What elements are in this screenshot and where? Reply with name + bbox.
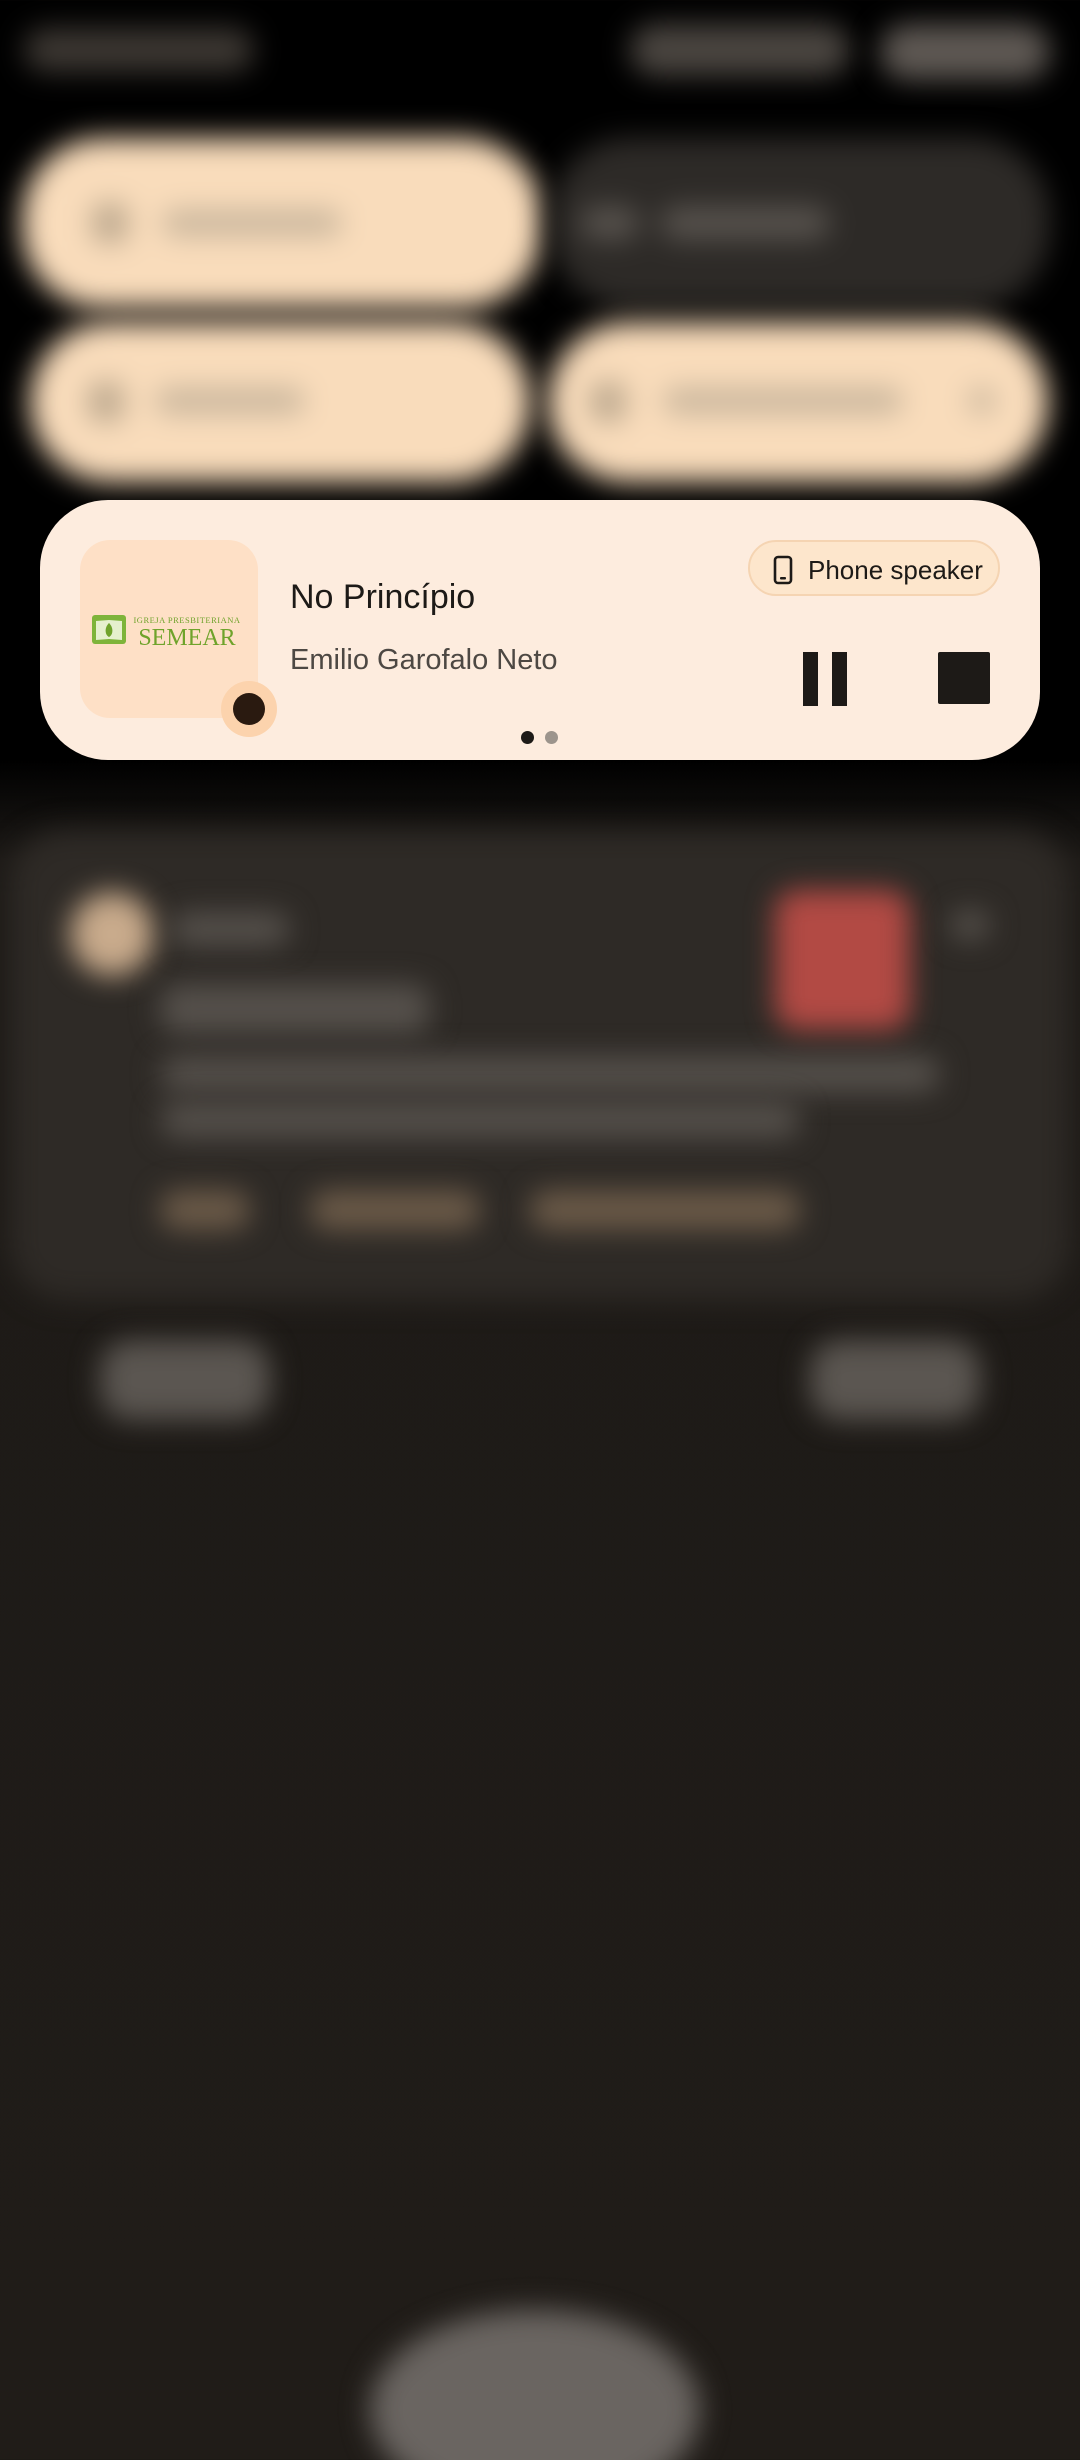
flashlight-icon xyxy=(590,382,626,422)
chevron-right-icon xyxy=(968,388,996,414)
phone-icon xyxy=(773,555,793,585)
notification-action[interactable] xyxy=(530,1190,800,1230)
media-title: No Princípio xyxy=(290,578,476,616)
status-bar-time xyxy=(24,28,254,72)
clear-all-button[interactable] xyxy=(810,1340,980,1420)
page-indicator-active xyxy=(521,731,534,744)
semear-logo: IGREJA PRESBITERIANA SEMEAR xyxy=(92,615,240,648)
expand-icon[interactable] xyxy=(950,910,990,940)
navigation-handle[interactable] xyxy=(370,2310,700,2460)
media-artist: Emilio Garofalo Neto xyxy=(290,644,558,676)
status-bar-signal-icons xyxy=(630,24,850,76)
notification-text-line xyxy=(160,1056,940,1092)
notification-app-icon xyxy=(70,892,154,976)
app-badge-icon[interactable] xyxy=(221,681,277,737)
pause-button[interactable] xyxy=(800,650,850,708)
quick-tile-bluetooth[interactable] xyxy=(550,138,1050,308)
notification-thumbnail xyxy=(775,890,910,1030)
status-bar-battery-icon xyxy=(880,24,1050,80)
notification-text-line xyxy=(160,1102,800,1138)
quick-tile-flashlight-label xyxy=(663,388,903,414)
manage-button[interactable] xyxy=(100,1340,270,1420)
notification-action[interactable] xyxy=(160,1190,250,1230)
svg-text:IGREJA PRESBITERIANA: IGREJA PRESBITERIANA xyxy=(133,615,240,625)
quick-tile-internet-label xyxy=(162,210,342,236)
location-icon xyxy=(88,382,124,422)
svg-text:SEMEAR: SEMEAR xyxy=(138,625,235,648)
quick-tile-location-label xyxy=(155,388,305,414)
album-art: IGREJA PRESBITERIANA SEMEAR xyxy=(80,540,277,737)
stop-button[interactable] xyxy=(936,650,992,706)
wifi-icon xyxy=(92,203,128,243)
quick-tile-bluetooth-label xyxy=(660,206,830,240)
quick-tile-internet[interactable] xyxy=(22,138,542,308)
page-indicator-inactive[interactable] xyxy=(545,731,558,744)
output-device-chip[interactable]: Phone speaker xyxy=(748,540,1000,596)
bluetooth-icon xyxy=(580,206,640,240)
notification-title xyxy=(160,984,430,1034)
quick-tile-flashlight[interactable] xyxy=(548,322,1048,482)
stop-icon xyxy=(938,652,990,704)
output-device-label: Phone speaker xyxy=(808,555,983,585)
notification-app-name xyxy=(170,912,290,946)
pause-icon xyxy=(803,652,818,706)
notification-action[interactable] xyxy=(310,1190,480,1230)
media-player-card[interactable]: IGREJA PRESBITERIANA SEMEAR No Princípio… xyxy=(40,500,1040,760)
quick-tile-location[interactable] xyxy=(30,322,530,482)
